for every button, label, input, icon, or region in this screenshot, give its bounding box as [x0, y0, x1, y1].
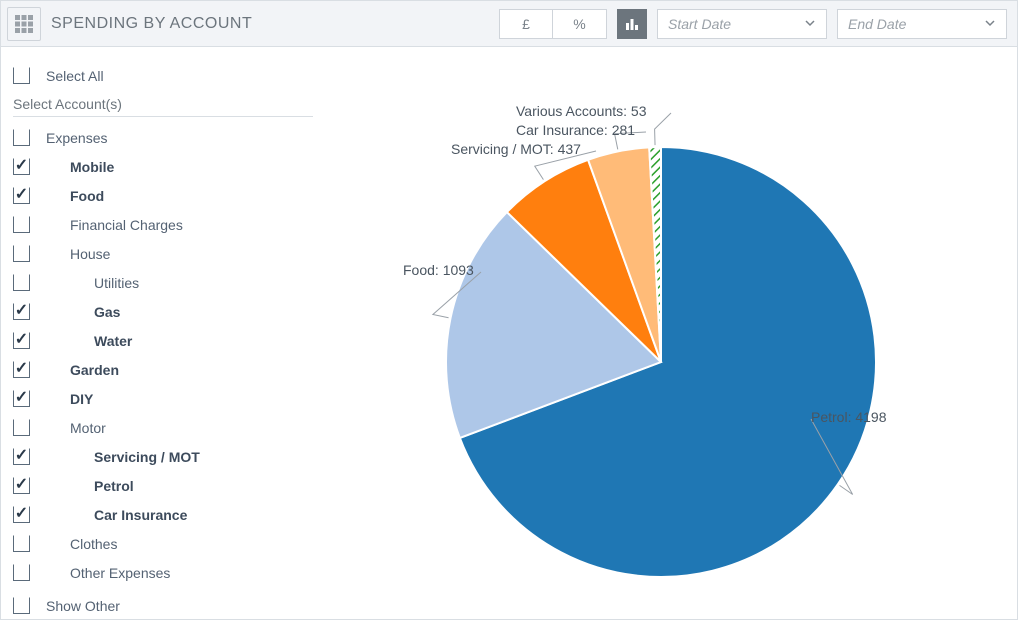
account-row[interactable]: Gas [13, 297, 311, 326]
account-row[interactable]: Mobile [13, 152, 311, 181]
account-label: Servicing / MOT [46, 449, 200, 465]
end-date-placeholder: End Date [848, 16, 906, 32]
checkbox-icon [13, 390, 30, 407]
account-row[interactable]: Utilities [13, 268, 311, 297]
select-accounts-subheader: Select Account(s) [13, 96, 311, 112]
currency-button[interactable]: £ [499, 9, 553, 39]
checkbox-icon [13, 303, 30, 320]
account-row[interactable]: Motor [13, 413, 311, 442]
account-row[interactable]: Servicing / MOT [13, 442, 311, 471]
checkbox-icon [13, 187, 30, 204]
account-label: Gas [46, 304, 120, 320]
account-label: Other Expenses [46, 565, 170, 581]
account-label: Car Insurance [46, 507, 187, 523]
checkbox-icon [13, 67, 30, 84]
pie-chart-area: Petrol: 4198 Food: 1093 Servicing / MOT:… [321, 47, 1017, 619]
unit-toggle: £ % [499, 9, 607, 39]
account-label: House [46, 246, 110, 262]
account-label: Motor [46, 420, 106, 436]
checkbox-icon [13, 419, 30, 436]
slice-label-food: Food: 1093 [403, 262, 474, 278]
slice-label-servicing: Servicing / MOT: 437 [451, 141, 581, 157]
chevron-down-icon [984, 16, 996, 32]
account-label: Water [46, 333, 132, 349]
slice-label-various: Various Accounts: 53 [516, 103, 646, 119]
account-row[interactable]: Expenses [13, 123, 311, 152]
account-row[interactable]: Garden [13, 355, 311, 384]
slice-label-petrol: Petrol: 4198 [811, 409, 887, 425]
pie-chart-svg [321, 47, 1018, 617]
start-date-placeholder: Start Date [668, 16, 731, 32]
account-label: Petrol [46, 478, 134, 494]
checkbox-icon [13, 448, 30, 465]
account-label: Food [46, 188, 104, 204]
start-date-select[interactable]: Start Date [657, 9, 827, 39]
checkbox-icon [13, 158, 30, 175]
chevron-down-icon [804, 16, 816, 32]
checkbox-icon [13, 274, 30, 291]
account-label: Garden [46, 362, 119, 378]
select-all-row[interactable]: Select All [13, 61, 311, 90]
divider [13, 116, 313, 117]
select-all-label: Select All [46, 68, 104, 84]
account-row[interactable]: Other Expenses [13, 558, 311, 587]
page-title: SPENDING BY ACCOUNT [51, 15, 252, 33]
checkbox-icon [13, 245, 30, 262]
percent-button[interactable]: % [553, 9, 607, 39]
grid-icon[interactable] [7, 7, 41, 41]
checkbox-icon [13, 129, 30, 146]
account-label: Utilities [46, 275, 139, 291]
account-selector-sidebar: Select All Select Account(s) Expenses Mob… [1, 47, 321, 619]
slice-label-car-insurance: Car Insurance: 281 [516, 122, 635, 138]
account-label: DIY [46, 391, 93, 407]
checkbox-icon [13, 597, 30, 614]
checkbox-icon [13, 332, 30, 349]
checkbox-icon [13, 506, 30, 523]
account-row[interactable]: Water [13, 326, 311, 355]
account-label: Expenses [46, 130, 107, 146]
checkbox-icon [13, 216, 30, 233]
show-other-row[interactable]: Show Other [13, 591, 311, 620]
account-label: Clothes [46, 536, 117, 552]
account-row[interactable]: Car Insurance [13, 500, 311, 529]
bar-chart-toggle-button[interactable] [617, 9, 647, 39]
checkbox-icon [13, 535, 30, 552]
header-bar: SPENDING BY ACCOUNT £ % Start Date End D… [1, 1, 1017, 47]
account-row[interactable]: Petrol [13, 471, 311, 500]
account-row[interactable]: House [13, 239, 311, 268]
show-other-label: Show Other [46, 598, 120, 614]
account-label: Mobile [46, 159, 114, 175]
checkbox-icon [13, 477, 30, 494]
checkbox-icon [13, 361, 30, 378]
account-row[interactable]: Financial Charges [13, 210, 311, 239]
account-row[interactable]: Clothes [13, 529, 311, 558]
account-label: Financial Charges [46, 217, 183, 233]
account-row[interactable]: Food [13, 181, 311, 210]
account-row[interactable]: DIY [13, 384, 311, 413]
end-date-select[interactable]: End Date [837, 9, 1007, 39]
checkbox-icon [13, 564, 30, 581]
